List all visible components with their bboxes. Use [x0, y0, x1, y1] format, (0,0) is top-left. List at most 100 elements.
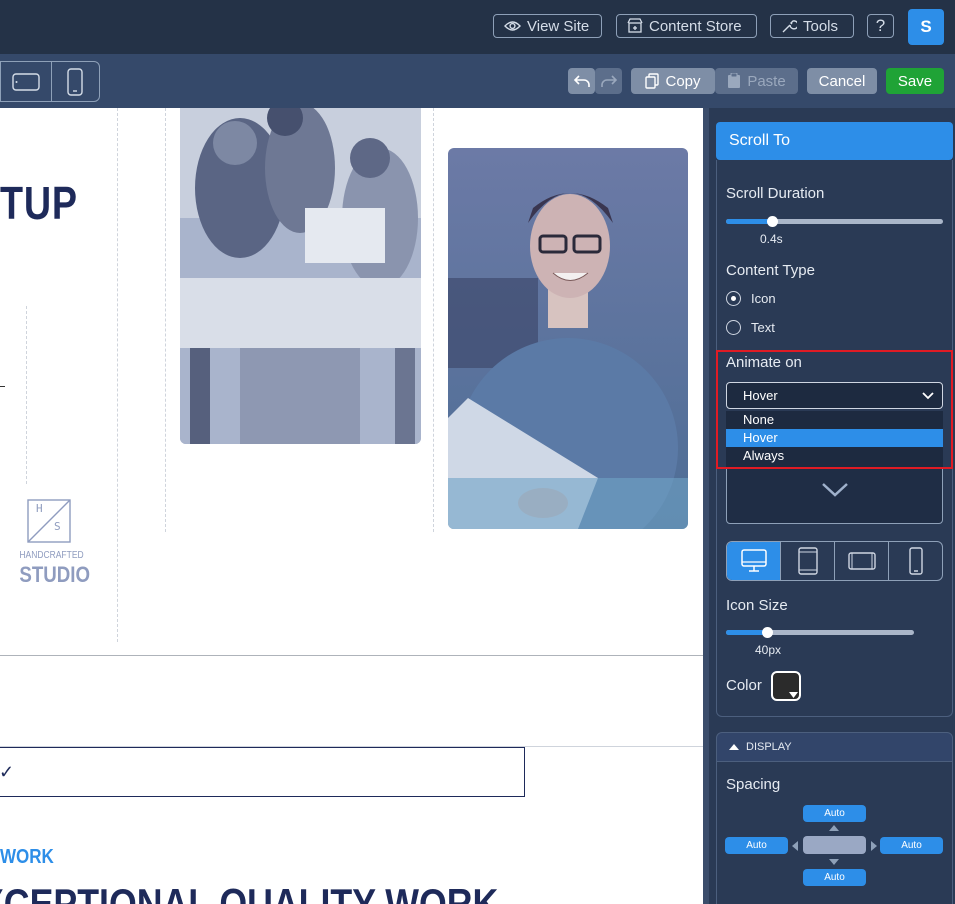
avatar[interactable]: S: [908, 9, 944, 45]
slider-knob[interactable]: [767, 216, 778, 227]
avatar-initial: S: [920, 17, 932, 36]
save-button[interactable]: Save: [886, 68, 944, 94]
view-site-label: View Site: [527, 17, 590, 35]
divider-dash: [0, 386, 5, 387]
redo-button[interactable]: [595, 68, 622, 94]
team-meeting-photo[interactable]: [180, 108, 421, 444]
option-hover[interactable]: Hover: [726, 429, 943, 447]
column-guide: [117, 108, 118, 642]
logo-letter: H: [36, 502, 43, 515]
device-mobile-button[interactable]: [889, 542, 942, 580]
option-none[interactable]: None: [726, 411, 943, 429]
paste-icon: [728, 73, 741, 88]
column-guide: [165, 108, 166, 532]
top-bar: View Site Content Store Tools ? S: [0, 0, 955, 54]
device-selector: [726, 541, 943, 581]
slider-fill: [726, 219, 772, 224]
desktop-icon: [740, 549, 767, 572]
cancel-button[interactable]: Cancel: [807, 68, 877, 94]
chevron-down-icon: [822, 483, 848, 497]
save-label: Save: [897, 72, 933, 90]
page-canvas: TUP H S HANDCRAFTED STUDIO ✓ WORK XCEPTI…: [0, 108, 703, 904]
arrow-down-icon: [829, 859, 839, 865]
content-store-button[interactable]: Content Store: [616, 14, 757, 38]
scroll-duration-slider[interactable]: [726, 216, 943, 227]
undo-button[interactable]: [568, 68, 595, 94]
tablet-landscape-preview-button[interactable]: [1, 62, 52, 101]
section-heading[interactable]: XCEPTIONAL QUALITY WORK: [0, 880, 498, 904]
animate-on-selected-value: Hover: [743, 388, 778, 403]
mobile-icon: [67, 67, 84, 96]
spacing-top-input[interactable]: Auto: [803, 805, 866, 822]
copy-icon: [645, 73, 660, 89]
checkmark-text: ✓: [0, 761, 15, 782]
caret-down-icon: [789, 692, 798, 698]
content-type-text-radio[interactable]: Text: [726, 320, 775, 335]
developer-portrait-image: [448, 148, 688, 529]
tablet-landscape-icon: [847, 552, 876, 570]
arrow-left-icon: [792, 841, 798, 851]
section-eyebrow[interactable]: WORK: [0, 846, 54, 869]
tools-button[interactable]: Tools: [770, 14, 854, 38]
hero-heading[interactable]: TUP: [0, 176, 78, 230]
copy-label: Copy: [665, 72, 701, 90]
column-guide: [433, 108, 434, 532]
logo-letter: S: [54, 520, 61, 533]
content-type-icon-radio[interactable]: Icon: [726, 291, 776, 306]
panel-header[interactable]: Scroll To: [716, 122, 953, 160]
animate-on-options-list: None Hover Always: [726, 411, 943, 467]
chevron-down-icon: [922, 391, 934, 399]
icon-size-slider[interactable]: [726, 627, 914, 638]
color-picker-swatch[interactable]: [771, 671, 801, 701]
mobile-icon: [908, 547, 923, 575]
eye-icon: [504, 21, 521, 31]
undo-icon: [573, 75, 590, 87]
slider-fill: [726, 630, 767, 635]
device-tablet-portrait-button[interactable]: [781, 542, 835, 580]
content-store-label: Content Store: [649, 17, 742, 35]
option-always[interactable]: Always: [726, 447, 943, 465]
device-desktop-button[interactable]: [727, 542, 781, 580]
icon-size-label: Icon Size: [726, 597, 788, 614]
animate-on-label: Animate on: [726, 354, 802, 371]
handcrafted-studio-logo[interactable]: H S HANDCRAFTED STUDIO: [14, 498, 91, 588]
slider-knob[interactable]: [762, 627, 773, 638]
radio-label: Text: [751, 320, 775, 335]
copy-button[interactable]: Copy: [631, 68, 715, 94]
mobile-preview-button[interactable]: [52, 62, 99, 101]
help-label: ?: [875, 16, 886, 35]
radio-empty-icon: [726, 320, 741, 335]
radio-selected-icon: [726, 291, 741, 306]
store-icon: [627, 18, 643, 33]
device-preview-group: [0, 61, 100, 102]
form-field[interactable]: ✓: [0, 747, 525, 797]
tablet-portrait-icon: [797, 547, 818, 575]
redo-icon: [600, 75, 617, 87]
tools-label: Tools: [803, 17, 839, 35]
device-tablet-landscape-button[interactable]: [835, 542, 889, 580]
animate-on-select[interactable]: Hover: [726, 382, 943, 409]
paste-button[interactable]: Paste: [715, 68, 798, 94]
display-section-title: DISPLAY: [746, 741, 792, 753]
display-section-header[interactable]: DISPLAY: [716, 732, 953, 762]
arrow-up-icon: [829, 825, 839, 831]
panel-header-label: Scroll To: [729, 132, 791, 149]
view-site-button[interactable]: View Site: [493, 14, 602, 38]
spacing-right-input[interactable]: Auto: [880, 837, 943, 854]
column-guide: [26, 306, 27, 484]
arrow-right-icon: [871, 841, 877, 851]
content-type-label: Content Type: [726, 262, 815, 279]
panel-scrollbar[interactable]: [703, 108, 709, 904]
developer-portrait-photo[interactable]: [448, 148, 688, 529]
logo-line1: HANDCRAFTED: [19, 550, 84, 561]
cancel-label: Cancel: [818, 72, 866, 90]
logo-line2: STUDIO: [19, 562, 91, 587]
spacing-left-input[interactable]: Auto: [725, 837, 788, 854]
help-button[interactable]: ?: [867, 14, 894, 38]
paste-label: Paste: [747, 72, 786, 90]
tablet-landscape-icon: [12, 72, 40, 91]
team-meeting-image: [180, 108, 421, 444]
caret-up-icon: [729, 744, 739, 750]
spacing-bottom-input[interactable]: Auto: [803, 869, 866, 886]
color-label: Color: [726, 677, 762, 694]
